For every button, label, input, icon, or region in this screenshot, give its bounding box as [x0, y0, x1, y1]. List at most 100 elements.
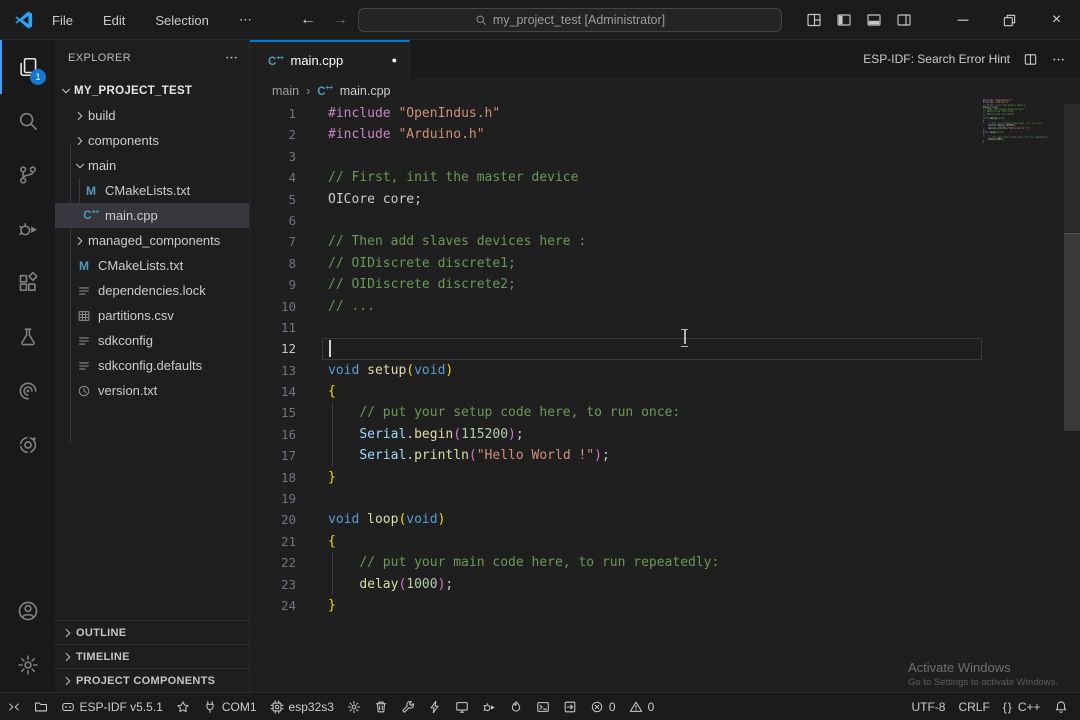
code-line[interactable]: 1#include "OpenIndus.h": [250, 103, 1080, 124]
activity-search[interactable]: [0, 94, 55, 148]
tree-item-sdkconfig[interactable]: sdkconfig: [55, 328, 249, 353]
status-eol[interactable]: CRLF: [952, 693, 996, 720]
restore-button[interactable]: [986, 0, 1033, 40]
section-project-components[interactable]: PROJECT COMPONENTS: [55, 668, 249, 692]
tree-item-partitions-csv[interactable]: partitions.csv: [55, 303, 249, 328]
status-device-target[interactable]: esp32s3: [263, 693, 340, 720]
code-line[interactable]: 7// Then add slaves devices here :: [250, 231, 1080, 252]
line-number[interactable]: 20: [250, 509, 296, 530]
line-number[interactable]: 4: [250, 167, 296, 188]
tab-main-cpp[interactable]: C++ main.cpp ●: [250, 40, 410, 78]
status-remote[interactable]: [0, 693, 27, 720]
status-errors[interactable]: 0: [583, 693, 622, 720]
toggle-secondary-sidebar-icon[interactable]: [896, 12, 912, 28]
code-line[interactable]: 18}: [250, 467, 1080, 488]
activity-espressif[interactable]: [0, 364, 55, 418]
line-number[interactable]: 23: [250, 574, 296, 595]
forward-arrow-icon[interactable]: →: [332, 11, 348, 29]
code-line[interactable]: 23 delay(1000);: [250, 574, 1080, 595]
toggle-panel-icon[interactable]: [866, 12, 882, 28]
line-number[interactable]: 6: [250, 210, 296, 231]
tree-item-cmakelists-txt[interactable]: MCMakeLists.txt: [55, 253, 249, 278]
line-number[interactable]: 21: [250, 531, 296, 552]
status-terminal[interactable]: [529, 693, 556, 720]
menu-file[interactable]: File: [46, 11, 79, 30]
status-language-mode[interactable]: {}C++: [996, 693, 1047, 720]
esp-idf-hint-button[interactable]: ESP-IDF: Search Error Hint: [863, 52, 1010, 66]
tree-item-build[interactable]: build: [55, 103, 249, 128]
scrollbar-slider[interactable]: [1064, 233, 1080, 431]
status-monitor[interactable]: [448, 693, 475, 720]
breadcrumb-folder[interactable]: main: [272, 84, 299, 98]
line-number[interactable]: 22: [250, 552, 296, 573]
line-number[interactable]: 9: [250, 274, 296, 295]
section-timeline[interactable]: TIMELINE: [55, 644, 249, 668]
status-full-clean[interactable]: [367, 693, 394, 720]
line-number[interactable]: 5: [250, 189, 296, 210]
code-line[interactable]: 19: [250, 488, 1080, 509]
status-build-flash-monitor[interactable]: [502, 693, 529, 720]
status-folder[interactable]: [27, 693, 54, 720]
tree-item-sdkconfig-defaults[interactable]: sdkconfig.defaults: [55, 353, 249, 378]
line-number[interactable]: 11: [250, 317, 296, 338]
activity-extensions[interactable]: [0, 256, 55, 310]
code-line[interactable]: 2#include "Arduino.h": [250, 124, 1080, 145]
activity-accounts[interactable]: [0, 584, 55, 638]
activity-settings[interactable]: [0, 638, 55, 692]
line-number[interactable]: 13: [250, 360, 296, 381]
code-line[interactable]: 5OICore core;: [250, 189, 1080, 210]
tree-item-components[interactable]: components: [55, 128, 249, 153]
code-line[interactable]: 16 Serial.begin(115200);: [250, 424, 1080, 445]
activity-explorer[interactable]: 1: [0, 40, 55, 94]
code-line[interactable]: 4// First, init the master device: [250, 167, 1080, 188]
status-debug[interactable]: [475, 693, 502, 720]
status-build[interactable]: [394, 693, 421, 720]
tree-item-dependencies-lock[interactable]: dependencies.lock: [55, 278, 249, 303]
status-run[interactable]: [556, 693, 583, 720]
line-number[interactable]: 8: [250, 253, 296, 274]
status-sdk-config[interactable]: [340, 693, 367, 720]
status-star[interactable]: [169, 693, 196, 720]
code-line[interactable]: 6: [250, 210, 1080, 231]
editor-more-actions-icon[interactable]: [1051, 52, 1066, 67]
line-number[interactable]: 2: [250, 124, 296, 145]
tree-item-main-cpp[interactable]: C++main.cpp: [55, 203, 249, 228]
customize-layout-icon[interactable]: [806, 12, 822, 28]
code-line[interactable]: 20void loop(void): [250, 509, 1080, 530]
activity-run-debug[interactable]: [0, 202, 55, 256]
code-line[interactable]: 12: [250, 338, 1080, 359]
menu-selection[interactable]: Selection: [149, 11, 214, 30]
breadcrumb-file[interactable]: main.cpp: [340, 84, 391, 98]
command-center-search[interactable]: my_project_test [Administrator]: [358, 8, 782, 32]
section-outline[interactable]: OUTLINE: [55, 620, 249, 644]
line-number[interactable]: 24: [250, 595, 296, 616]
code-line[interactable]: 13void setup(void): [250, 360, 1080, 381]
menu-overflow[interactable]: ⋯: [233, 10, 258, 30]
line-number[interactable]: 3: [250, 146, 296, 167]
more-actions-icon[interactable]: [224, 50, 239, 65]
minimap[interactable]: #include "OpenIndus.h"#include "Arduino.…: [983, 100, 1061, 144]
code-line[interactable]: 8// OIDiscrete discrete1;: [250, 253, 1080, 274]
activity-testing[interactable]: [0, 310, 55, 364]
split-editor-icon[interactable]: [1023, 52, 1038, 67]
toggle-sidebar-icon[interactable]: [836, 12, 852, 28]
code-line[interactable]: 9// OIDiscrete discrete2;: [250, 274, 1080, 295]
minimize-button[interactable]: [939, 0, 986, 40]
activity-esp-idf-explorer[interactable]: [0, 418, 55, 472]
scrollbar-track[interactable]: [1064, 104, 1080, 232]
code-line[interactable]: 3: [250, 146, 1080, 167]
line-number[interactable]: 18: [250, 467, 296, 488]
line-number[interactable]: 12: [250, 338, 296, 359]
menu-edit[interactable]: Edit: [97, 11, 131, 30]
code-line[interactable]: 21{: [250, 531, 1080, 552]
status-encoding[interactable]: UTF-8: [905, 693, 952, 720]
tree-item-main[interactable]: main: [55, 153, 249, 178]
code-line[interactable]: 14{: [250, 381, 1080, 402]
line-number[interactable]: 16: [250, 424, 296, 445]
code-line[interactable]: 17 Serial.println("Hello World !");: [250, 445, 1080, 466]
line-number[interactable]: 14: [250, 381, 296, 402]
tree-root[interactable]: MY_PROJECT_TEST: [55, 78, 249, 103]
code-line[interactable]: 24}: [250, 595, 1080, 616]
line-number[interactable]: 10: [250, 296, 296, 317]
status-notifications[interactable]: [1047, 693, 1074, 720]
